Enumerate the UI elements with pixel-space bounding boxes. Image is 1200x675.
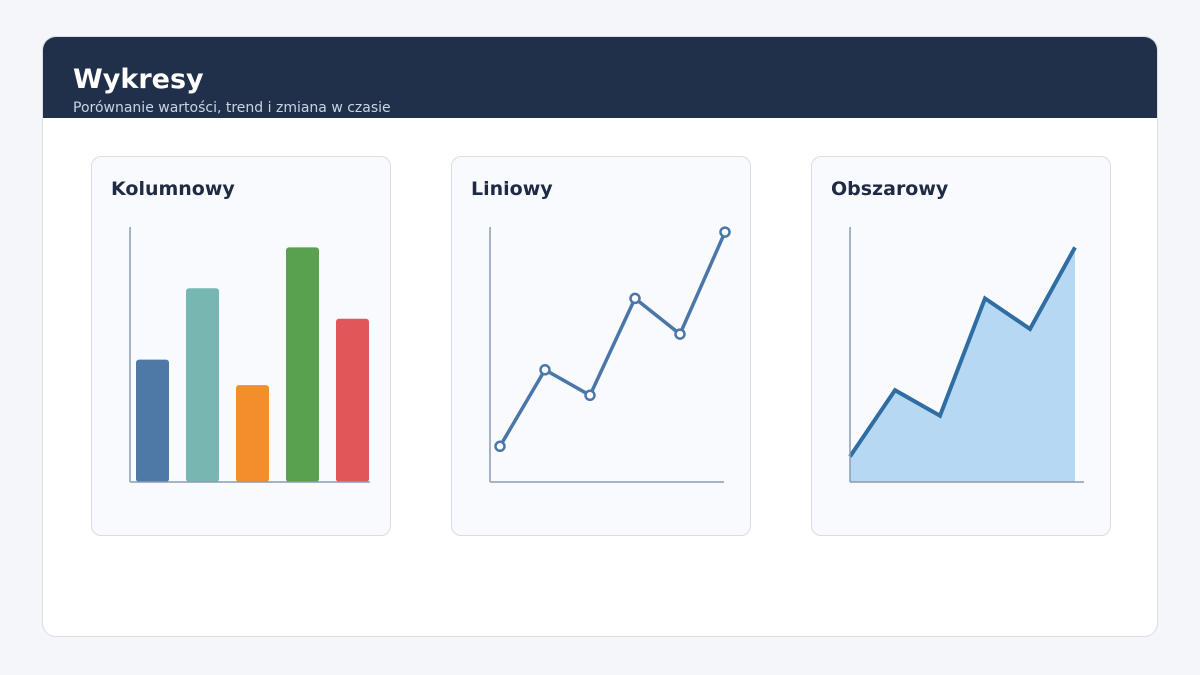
page-subtitle: Porównanie wartości, trend i zmiana w cz… xyxy=(73,100,391,116)
line-point xyxy=(719,226,731,238)
line-point xyxy=(629,292,641,305)
header: Wykresy Porównanie wartości, trend i zmi… xyxy=(43,37,1157,118)
line-point xyxy=(674,328,686,340)
bar-chart-card: Kolumnowy xyxy=(91,156,391,536)
area-chart xyxy=(848,227,1084,483)
bar xyxy=(236,385,269,482)
series-line xyxy=(498,230,727,449)
line-chart xyxy=(489,226,731,483)
area-fill xyxy=(850,247,1075,482)
line-point xyxy=(584,389,596,402)
page-title: Wykresy xyxy=(73,64,204,95)
line-chart-card: Liniowy xyxy=(451,156,751,536)
bar xyxy=(336,318,369,482)
area-chart-card: Obszarowy xyxy=(811,156,1111,536)
bar xyxy=(186,288,219,482)
line-point xyxy=(539,364,551,376)
bar xyxy=(286,247,319,482)
chart-panel: Wykresy Porównanie wartości, trend i zmi… xyxy=(42,36,1158,637)
line-point xyxy=(494,440,506,453)
bar-chart xyxy=(129,227,370,483)
bar xyxy=(136,359,169,482)
